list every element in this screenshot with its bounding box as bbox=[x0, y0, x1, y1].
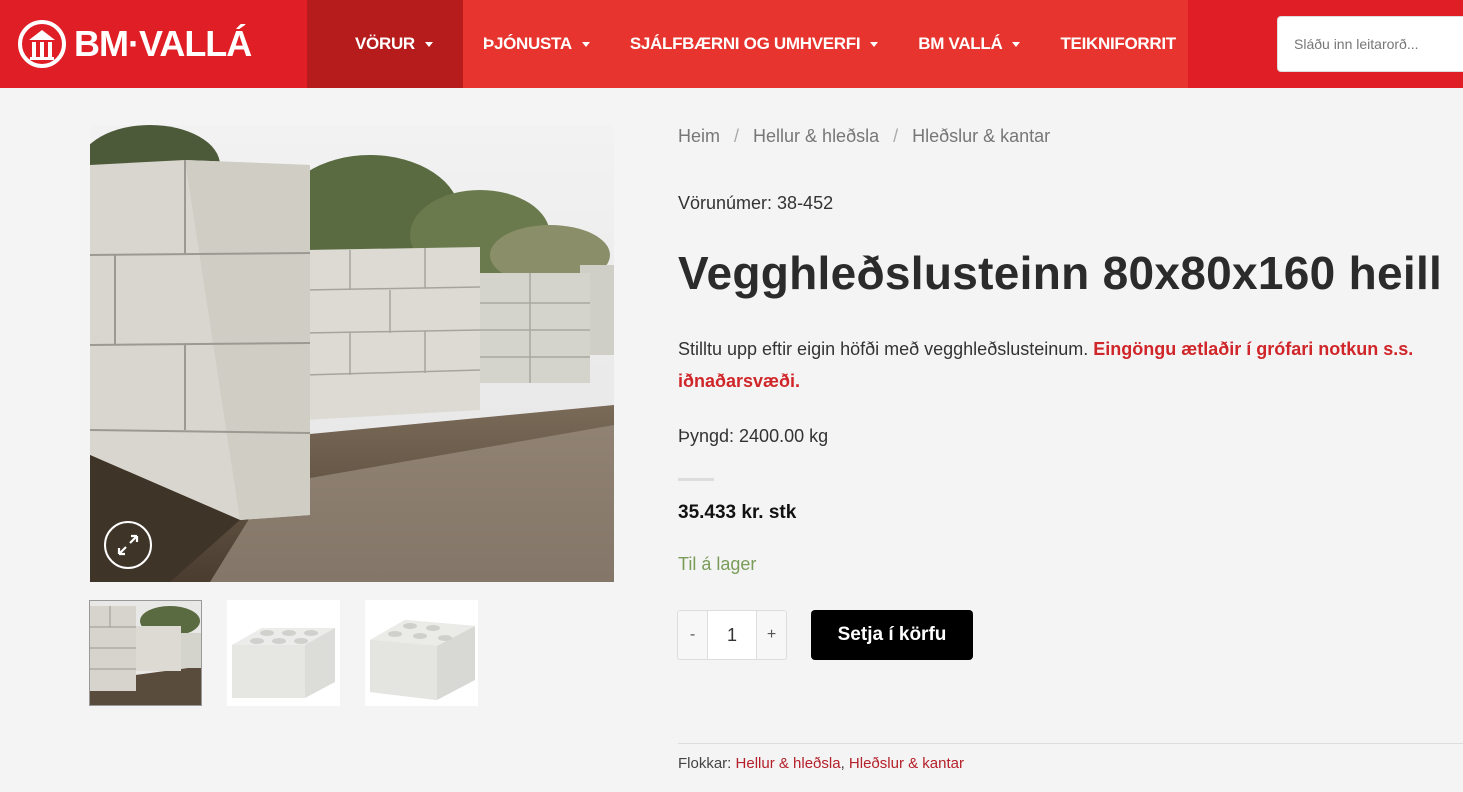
thumbnail-image bbox=[227, 600, 340, 706]
breadcrumb-separator: / bbox=[734, 126, 740, 146]
nav-label: TEIKNIFORRIT bbox=[1060, 34, 1176, 53]
breadcrumb-separator: / bbox=[893, 126, 899, 146]
stock-status: Til á lager bbox=[678, 554, 757, 574]
nav-label: SJÁLFBÆRNI OG UMHVERFI bbox=[629, 34, 861, 53]
nav-item-bm-valla[interactable]: BM VALLÁ bbox=[898, 0, 1040, 88]
product-main-image[interactable] bbox=[90, 125, 614, 582]
caret-down-icon bbox=[870, 41, 879, 47]
qty-minus-button[interactable]: - bbox=[678, 611, 707, 659]
expand-icon-glyph bbox=[117, 534, 139, 556]
logo-icon bbox=[18, 20, 66, 68]
product-sku: Vörunúmer: 38-452 bbox=[678, 193, 834, 213]
nav-label: ÞJÓNUSTA bbox=[482, 34, 572, 53]
main-nav: VÖRUR ÞJÓNUSTA SJÁLFBÆRNI OG UMHVERFI BM… bbox=[307, 0, 1188, 88]
logo[interactable]: BM·VALLÁ bbox=[18, 19, 252, 69]
caret-down-icon bbox=[1012, 41, 1021, 47]
product-photo bbox=[90, 125, 614, 582]
breadcrumb-hledslur[interactable]: Hleðslur & kantar bbox=[912, 126, 1050, 147]
category-link-hellur[interactable]: Hellur & hleðsla bbox=[736, 755, 841, 772]
product-weight: Þyngd: 2400.00 kg bbox=[678, 426, 829, 446]
site-header: BM·VALLÁ VÖRUR ÞJÓNUSTA SJÁLFBÆRNI OG UM… bbox=[0, 0, 1463, 88]
divider bbox=[678, 478, 714, 481]
thumbnail-gallery bbox=[89, 600, 478, 706]
qty-plus-button[interactable]: + bbox=[757, 611, 786, 659]
product-price: 35.433 kr. stk bbox=[678, 502, 797, 523]
divider bbox=[678, 743, 1463, 744]
description-text: Stilltu upp eftir eigin höfði með vegghl… bbox=[678, 339, 1089, 359]
nav-item-vorur[interactable]: VÖRUR bbox=[307, 0, 463, 88]
logo-text: BM·VALLÁ bbox=[74, 23, 252, 64]
quantity-input[interactable] bbox=[707, 611, 757, 659]
thumbnail-3[interactable] bbox=[365, 600, 478, 706]
search-box bbox=[1277, 16, 1463, 72]
product-title: Vegghleðslusteinn 80x80x160 heill bbox=[678, 247, 1443, 299]
product-categories: Flokkar: Hellur & hleðsla, Hleðslur & ka… bbox=[678, 755, 964, 772]
search-input[interactable] bbox=[1294, 36, 1463, 52]
caret-down-icon bbox=[581, 41, 590, 47]
category-separator: , bbox=[840, 755, 845, 772]
nav-label: VÖRUR bbox=[355, 34, 415, 53]
breadcrumb-home[interactable]: Heim bbox=[678, 126, 720, 147]
category-link-hledslur[interactable]: Hleðslur & kantar bbox=[849, 755, 964, 772]
expand-icon[interactable] bbox=[104, 521, 152, 569]
breadcrumb: Heim / Hellur & hleðsla / Hleðslur & kan… bbox=[678, 126, 1050, 147]
add-to-cart-button[interactable]: Setja í körfu bbox=[811, 610, 973, 660]
breadcrumb-hellur[interactable]: Hellur & hleðsla bbox=[753, 126, 879, 147]
thumbnail-image bbox=[365, 600, 478, 706]
product-description: Stilltu upp eftir eigin höfði með vegghl… bbox=[678, 333, 1458, 397]
caret-down-icon bbox=[424, 41, 433, 47]
nav-item-thjonusta[interactable]: ÞJÓNUSTA bbox=[463, 0, 610, 88]
nav-label: BM VALLÁ bbox=[918, 34, 1003, 53]
thumbnail-2[interactable] bbox=[227, 600, 340, 706]
nav-item-teikniforrit[interactable]: TEIKNIFORRIT bbox=[1040, 0, 1187, 88]
categories-label: Flokkar: bbox=[678, 755, 732, 772]
nav-item-sjalfbaerni[interactable]: SJÁLFBÆRNI OG UMHVERFI bbox=[610, 0, 898, 88]
thumbnail-image bbox=[90, 601, 201, 705]
thumbnail-1[interactable] bbox=[89, 600, 202, 706]
quantity-stepper: - + bbox=[677, 610, 787, 660]
